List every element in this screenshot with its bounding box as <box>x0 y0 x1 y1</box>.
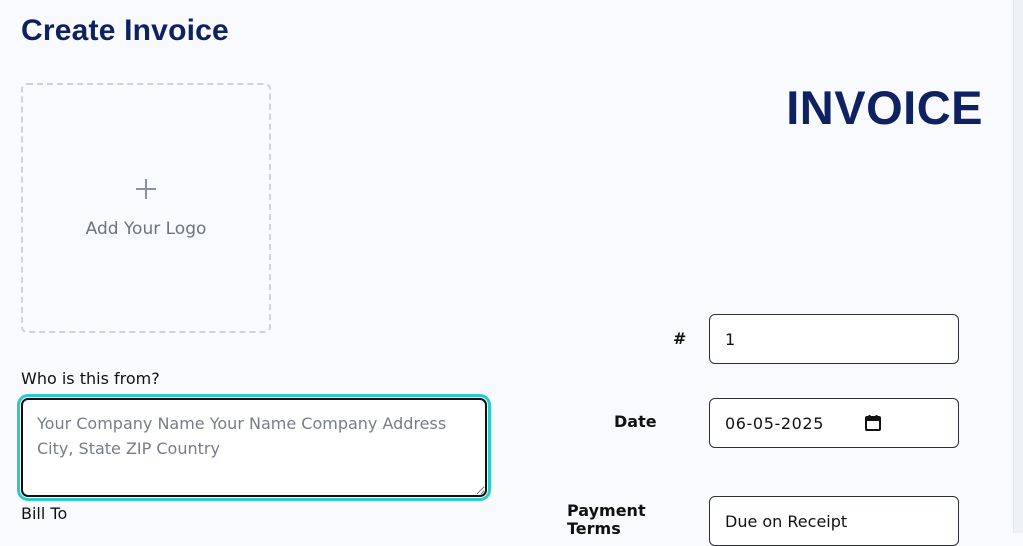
date-input[interactable]: 06-05-2025 <box>709 398 959 448</box>
from-textarea[interactable] <box>17 394 491 501</box>
plus-icon <box>23 173 269 205</box>
calendar-icon[interactable] <box>864 414 882 432</box>
from-label: Who is this from? <box>21 369 160 388</box>
scrollbar[interactable] <box>1013 0 1023 533</box>
invoice-number-input[interactable] <box>709 314 959 364</box>
invoice-number-label: # <box>673 329 687 348</box>
date-label: Date <box>614 412 657 431</box>
date-value: 06-05-2025 <box>725 413 824 433</box>
logo-upload-label: Add Your Logo <box>85 219 207 239</box>
payment-terms-input[interactable] <box>709 496 959 546</box>
logo-upload-area[interactable]: Add Your Logo <box>21 83 271 333</box>
bill-to-label: Bill To <box>21 504 68 523</box>
page-title: Create Invoice <box>21 14 229 47</box>
invoice-heading: INVOICE <box>786 81 983 134</box>
